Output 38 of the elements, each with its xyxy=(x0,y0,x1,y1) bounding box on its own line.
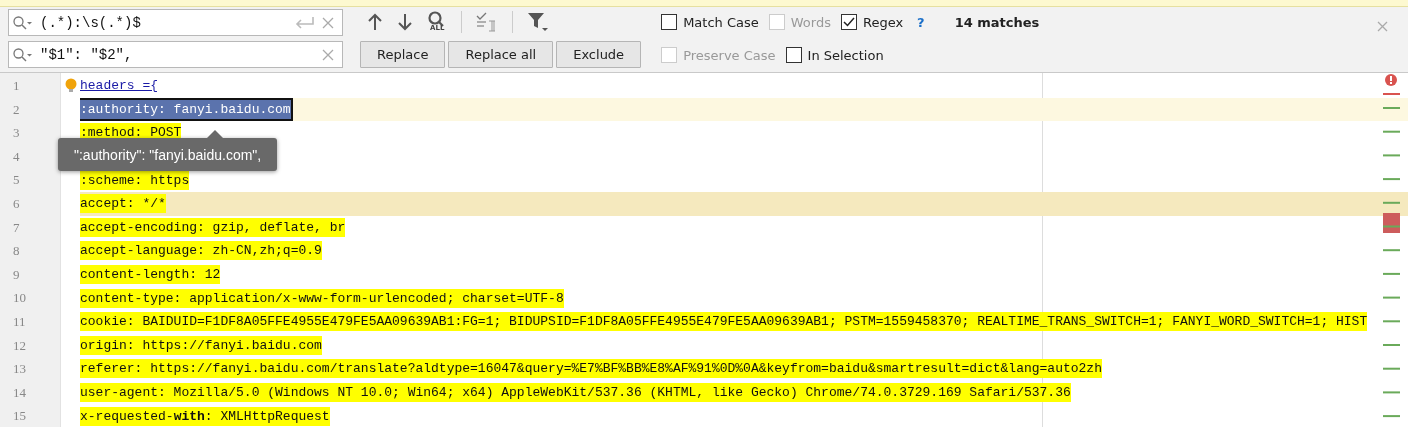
replace-field[interactable]: "$1": "$2", xyxy=(8,41,343,68)
option-checkbox[interactable]: In Selection xyxy=(785,47,884,63)
search-icon[interactable] xyxy=(12,46,34,63)
line-number: 1 xyxy=(12,77,21,95)
tooltip: ":authority": "fanyi.baidu.com", xyxy=(58,138,278,171)
line-number: 3 xyxy=(12,124,21,143)
line-number: 5 xyxy=(12,171,21,190)
action-button[interactable]: Exclude xyxy=(556,41,642,68)
clear-icon[interactable] xyxy=(322,16,334,29)
arrow-up-icon[interactable] xyxy=(367,12,383,31)
help-link[interactable]: ? xyxy=(917,14,925,30)
action-button[interactable]: Replace all xyxy=(448,41,554,68)
filter-icon[interactable] xyxy=(527,10,549,33)
search-icon[interactable] xyxy=(12,14,34,31)
clear-icon[interactable] xyxy=(322,48,334,61)
line-number: 10 xyxy=(12,289,27,308)
match-count: 14 matches xyxy=(954,14,1040,30)
line-number: 8 xyxy=(12,242,21,261)
option-checkbox[interactable]: Regex xyxy=(840,14,904,30)
code-line: headers ={ xyxy=(80,77,158,96)
line-number: 15 xyxy=(12,407,27,426)
line-number: 13 xyxy=(12,360,27,379)
line-number: 7 xyxy=(12,218,21,237)
action-button[interactable]: Replace xyxy=(360,41,446,68)
line-number: 2 xyxy=(12,100,21,119)
line-number: 14 xyxy=(12,383,27,402)
bulb-icon[interactable] xyxy=(65,78,77,92)
tooltip-arrow xyxy=(207,130,223,138)
search-field[interactable]: (.*):\s(.*)$ xyxy=(8,9,343,36)
line-number: 12 xyxy=(12,336,27,355)
option-checkbox[interactable]: Match Case xyxy=(661,14,759,30)
line-number: 6 xyxy=(12,194,21,213)
line-number: 4 xyxy=(12,147,21,166)
checkmark-icon xyxy=(841,15,856,29)
line-number: 9 xyxy=(12,265,21,284)
arrow-down-icon[interactable] xyxy=(397,12,413,31)
enter-icon xyxy=(294,15,316,30)
line-number: 11 xyxy=(12,312,27,331)
